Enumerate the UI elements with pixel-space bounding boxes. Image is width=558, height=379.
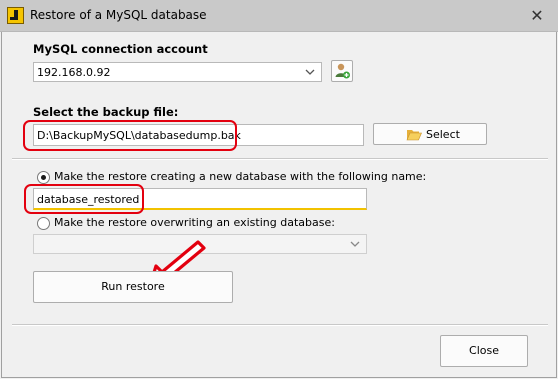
connection-select[interactable]: 192.168.0.92	[33, 62, 322, 82]
run-restore-button[interactable]: Run restore	[33, 271, 233, 303]
dialog-client-area: MySQL connection account 192.168.0.92 Se…	[1, 32, 557, 378]
new-database-label: Make the restore creating a new database…	[54, 170, 427, 183]
window-title: Restore of a MySQL database	[30, 8, 207, 22]
user-add-icon	[335, 63, 350, 79]
folder-open-icon	[406, 130, 422, 141]
highlight-path-box	[23, 120, 237, 151]
user-add-button[interactable]	[331, 60, 353, 82]
select-file-label: Select	[426, 128, 460, 141]
separator	[12, 158, 548, 160]
backup-file-label: Select the backup file:	[33, 105, 179, 119]
chevron-down-icon	[305, 69, 315, 75]
highlight-name-box	[24, 184, 144, 214]
title-bar: Restore of a MySQL database ✕	[0, 0, 558, 32]
app-logo-icon	[7, 7, 24, 24]
close-button[interactable]: Close	[440, 335, 528, 367]
window-close-icon[interactable]: ✕	[526, 5, 548, 27]
connection-value: 192.168.0.92	[37, 66, 111, 79]
overwrite-database-label: Make the restore overwriting an existing…	[54, 216, 335, 229]
new-database-radio[interactable]	[37, 171, 50, 184]
connection-label: MySQL connection account	[33, 42, 208, 56]
separator	[12, 324, 548, 326]
overwrite-database-radio[interactable]	[37, 217, 50, 230]
chevron-down-icon	[350, 241, 360, 247]
select-file-button[interactable]: Select	[373, 123, 487, 145]
